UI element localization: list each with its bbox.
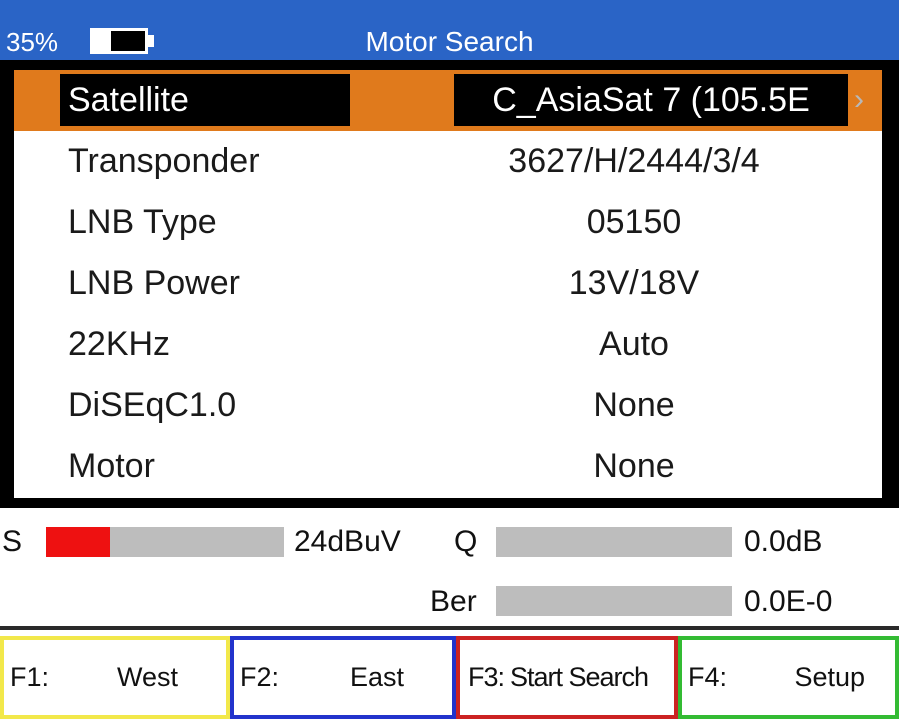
menu-item-label: LNB Power <box>68 264 240 302</box>
menu-item-value: C_AsiaSat 7 (105.5E <box>454 74 848 126</box>
quality-value: 0.0dB <box>744 525 823 558</box>
f1-west-button[interactable]: F1: West <box>0 636 230 719</box>
menu-item-motor[interactable]: Motor None <box>14 436 882 497</box>
menu-item-label: Motor <box>68 447 155 485</box>
fkey-key: F4: <box>688 662 728 692</box>
menu-item-value: None <box>593 447 675 485</box>
fkey-label: Start Search <box>510 662 649 692</box>
page-title: Motor Search <box>365 26 534 57</box>
quality-bar <box>496 527 732 557</box>
strength-bar <box>46 527 284 557</box>
chevron-right-icon[interactable]: › <box>854 74 864 126</box>
menu-item-value: 05150 <box>586 203 682 241</box>
strength-value: 24dBuV <box>294 525 401 558</box>
menu-item-label: Satellite <box>60 74 350 126</box>
quality-label: Q <box>454 525 478 558</box>
strength-label: S <box>2 525 23 558</box>
menu-item-value: 13V/18V <box>568 264 700 302</box>
fkey-label: West <box>116 662 178 692</box>
menu-item-lnb-type[interactable]: LNB Type 05150 <box>14 192 882 253</box>
fkey-label: East <box>349 662 404 692</box>
ber-value: 0.0E-0 <box>744 585 833 618</box>
f2-east-button[interactable]: F2: East <box>230 636 456 719</box>
function-key-bar: F1: West F2: East F3: Start Search F4: S… <box>0 636 899 719</box>
fkey-key: F3: <box>468 662 505 692</box>
menu-item-value: Auto <box>599 325 669 363</box>
menu-item-label: Transponder <box>68 142 260 180</box>
strength-bar-fill <box>46 527 111 557</box>
menu-item-value: 3627/H/2444/3/4 <box>508 142 760 180</box>
menu-item-22khz[interactable]: 22KHz Auto <box>14 314 882 375</box>
menu-item-label: 22KHz <box>68 325 171 363</box>
menu-item-label: DiSEqC1.0 <box>68 386 237 424</box>
ber-bar <box>496 586 732 616</box>
menu-item-value: None <box>593 386 675 424</box>
fkey-key: F2: <box>240 662 280 692</box>
menu-item-transponder[interactable]: Transponder 3627/H/2444/3/4 <box>14 131 882 192</box>
menu-item-lnb-power[interactable]: LNB Power 13V/18V <box>14 253 882 314</box>
settings-menu: Satellite C_AsiaSat 7 (105.5E › Transpon… <box>14 70 882 498</box>
menu-item-diseqc[interactable]: DiSEqC1.0 None <box>14 375 882 436</box>
menu-item-satellite[interactable]: Satellite C_AsiaSat 7 (105.5E › <box>14 70 882 131</box>
f3-start-search-button[interactable]: F3: Start Search <box>456 636 678 719</box>
menu-item-label: LNB Type <box>68 203 217 241</box>
fkey-label: Setup <box>794 662 865 692</box>
f4-setup-button[interactable]: F4: Setup <box>678 636 899 719</box>
fkey-key: F1: <box>10 662 50 692</box>
divider <box>0 626 899 630</box>
menu-frame: Satellite C_AsiaSat 7 (105.5E › Transpon… <box>0 60 899 508</box>
ber-label: Ber <box>430 585 477 618</box>
status-bar: 35% Motor Search <box>0 0 899 60</box>
